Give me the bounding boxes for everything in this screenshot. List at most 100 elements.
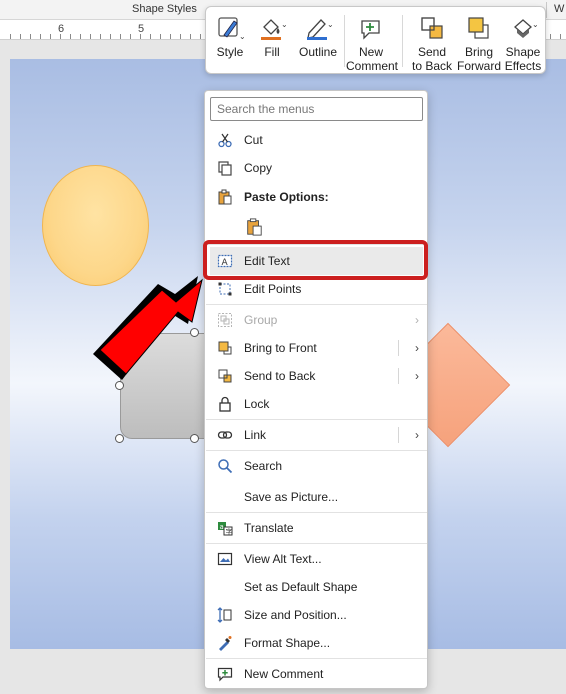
search-label: Search (244, 459, 283, 473)
edit-points-icon (216, 280, 234, 298)
edit-points-label: Edit Points (244, 282, 302, 296)
shape-effects-label: Shape Effects (504, 45, 542, 73)
menu-separator (206, 512, 427, 513)
menu-separator (206, 304, 427, 305)
svg-text:⌄: ⌄ (239, 32, 244, 41)
ruler-number-6: 6 (58, 23, 65, 35)
format-shape-label: Format Shape... (244, 636, 331, 650)
bring-forward-icon (468, 17, 489, 39)
size-position-icon (216, 606, 234, 624)
menu-separator (206, 450, 427, 451)
bring-to-front-icon (216, 339, 234, 357)
shape-styles-group-label: Shape Styles (132, 3, 197, 15)
new-comment-label: New Comment (346, 45, 399, 73)
menu-item-link[interactable]: Link › (206, 421, 427, 449)
menu-separator (206, 419, 427, 420)
svg-text:⌄: ⌄ (532, 20, 537, 29)
menu-item-format-shape[interactable]: Format Shape... (206, 629, 427, 657)
yellow-ellipse-shape[interactable] (42, 165, 149, 286)
menu-item-send-to-back[interactable]: Send to Back › (206, 362, 427, 390)
new-comment-icon (361, 20, 380, 40)
view-alt-text-label: View Alt Text... (244, 552, 322, 566)
new-comment-label: New Comment (244, 667, 324, 681)
menu-search-input[interactable] (210, 97, 423, 121)
submenu-divider (398, 368, 399, 384)
style-button[interactable]: ⌄ Style (212, 11, 248, 71)
bring-forward-button[interactable]: Bring Forward (456, 11, 502, 73)
new-comment-menu-icon (216, 665, 234, 683)
menu-item-bring-to-front[interactable]: Bring to Front › (206, 334, 427, 362)
toolbar-separator (344, 15, 345, 67)
menu-item-save-as-picture[interactable]: Save as Picture... (206, 483, 427, 511)
bring-forward-label: Bring Forward (456, 45, 501, 73)
paste-options-label: Paste Options: (244, 190, 329, 204)
paste-keep-icon (245, 218, 263, 236)
cut-label: Cut (244, 133, 263, 147)
shape-effects-icon: ⌄ (514, 19, 537, 38)
menu-item-view-alt-text[interactable]: View Alt Text... (206, 545, 427, 573)
context-menu: Cut Copy Paste Options: A Edit Text Edit… (204, 90, 428, 689)
chevron-right-icon[interactable]: › (415, 369, 419, 383)
lock-label: Lock (244, 397, 270, 411)
translate-icon: a字 (216, 519, 234, 537)
group-icon (216, 311, 234, 329)
paste-keep-source-button[interactable] (241, 213, 271, 241)
size-and-position-label: Size and Position... (244, 608, 347, 622)
format-shape-icon (216, 634, 234, 652)
svg-text:字: 字 (226, 527, 233, 536)
menu-item-set-default-shape[interactable]: Set as Default Shape (206, 573, 427, 601)
translate-label: Translate (244, 521, 294, 535)
save-as-picture-label: Save as Picture... (244, 490, 339, 504)
alt-text-icon (216, 550, 234, 568)
menu-item-new-comment[interactable]: New Comment (206, 660, 427, 688)
send-to-back-label: Send to Back (244, 369, 316, 383)
menu-item-paste-options: Paste Options: (206, 183, 427, 211)
style-label: Style (216, 45, 244, 59)
link-icon (216, 426, 234, 444)
pen-outline-icon: ⌄ (307, 19, 332, 40)
menu-item-group: Group › (206, 306, 427, 334)
set-default-shape-label: Set as Default Shape (244, 580, 358, 594)
copy-label: Copy (244, 161, 273, 175)
resize-handle-bottom-left[interactable] (115, 434, 124, 443)
send-to-back-button[interactable]: Send to Back (408, 11, 456, 73)
menu-item-search[interactable]: Search (206, 452, 427, 480)
bring-to-front-label: Bring to Front (244, 341, 317, 355)
toolbar-separator (402, 15, 403, 67)
svg-text:⌄: ⌄ (281, 20, 286, 29)
resize-handle-bottom-middle[interactable] (190, 434, 199, 443)
link-label: Link (244, 428, 267, 442)
chevron-right-icon[interactable]: › (415, 341, 419, 355)
outline-button[interactable]: ⌄ Outline (296, 11, 340, 71)
submenu-divider (398, 427, 399, 443)
menu-item-size-and-position[interactable]: Size and Position... (206, 601, 427, 629)
submenu-divider (398, 340, 399, 356)
menu-item-lock[interactable]: Lock (206, 390, 427, 418)
menu-item-cut[interactable]: Cut (206, 126, 427, 154)
shape-style-icon: ⌄ (218, 17, 244, 41)
lock-icon (216, 395, 234, 413)
chevron-right-icon[interactable]: › (415, 428, 419, 442)
send-to-back-menu-icon (216, 367, 234, 385)
shape-effects-button[interactable]: ⌄ Shape Effects (502, 11, 544, 73)
svg-text:⌄: ⌄ (327, 20, 332, 29)
new-comment-button[interactable]: New Comment (346, 11, 399, 73)
edit-text-highlight-box (203, 240, 428, 280)
send-to-back-label: Send to Back (411, 45, 453, 73)
group-label: Group (244, 313, 278, 327)
menu-separator (206, 543, 427, 544)
send-to-back-icon (421, 17, 443, 39)
menu-separator (206, 658, 427, 659)
search-icon (216, 457, 234, 475)
menu-item-copy[interactable]: Copy (206, 154, 427, 182)
scissors-icon (216, 131, 234, 149)
ribbon-divider (546, 2, 547, 18)
fill-label: Fill (264, 45, 280, 59)
fill-button[interactable]: ⌄ Fill (254, 11, 290, 71)
floating-mini-toolbar: ⌄ Style ⌄ Fill ⌄ Outline New Comment Sen… (205, 6, 546, 74)
copy-icon (216, 159, 234, 177)
ribbon-right-label: W (554, 3, 565, 15)
menu-item-translate[interactable]: a字 Translate (206, 514, 427, 542)
paint-bucket-icon: ⌄ (261, 19, 286, 40)
paste-icon (216, 188, 234, 206)
